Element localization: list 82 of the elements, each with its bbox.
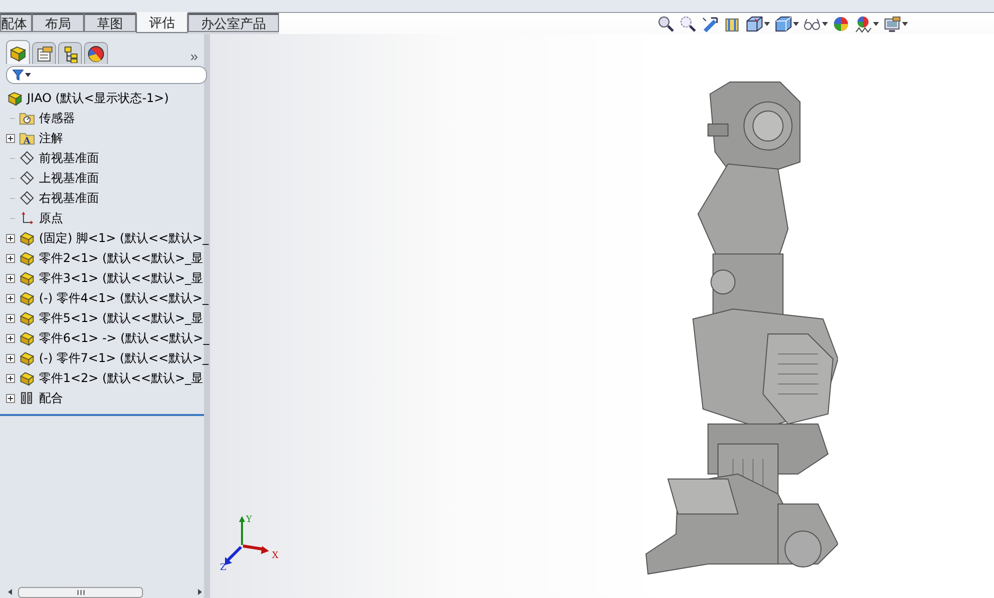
- expand-icon[interactable]: [6, 274, 15, 282]
- horizontal-scrollbar[interactable]: [6, 586, 204, 598]
- cube-button[interactable]: [774, 14, 799, 34]
- part-icon: [18, 350, 36, 366]
- scene-button[interactable]: [854, 14, 879, 34]
- command-tab[interactable]: 办公室产品: [188, 13, 279, 32]
- part-icon: [18, 250, 36, 266]
- plane-icon: [18, 170, 36, 186]
- view-orientation-icon: [745, 14, 763, 32]
- panel-tab[interactable]: [6, 40, 30, 64]
- y-axis-arrow: [239, 516, 245, 545]
- command-tab[interactable]: 评估: [136, 12, 188, 33]
- tree-item[interactable]: 配合: [39, 390, 63, 406]
- display-settings-icon: [883, 14, 901, 32]
- part-icon: [18, 310, 36, 326]
- tree-item[interactable]: 零件6<1> -> (默认<<默认>_: [39, 330, 210, 346]
- part-icon: [18, 330, 36, 346]
- part-icon: [18, 230, 36, 246]
- panel-tab[interactable]: [84, 42, 108, 64]
- expand-icon[interactable]: [6, 354, 15, 362]
- dropdown-caret-icon: [822, 22, 828, 26]
- tree-item[interactable]: (固定) 脚<1> (默认<<默认>_: [39, 230, 209, 246]
- expand-panel-button[interactable]: »: [188, 48, 200, 64]
- tree-item[interactable]: 传感器: [39, 110, 75, 126]
- tree-item[interactable]: 零件3<1> (默认<<默认>_显: [39, 270, 204, 286]
- command-tab[interactable]: 配体: [0, 13, 32, 32]
- x-axis-arrow: [242, 544, 269, 554]
- expand-icon[interactable]: [6, 374, 15, 382]
- plane-icon: [18, 190, 36, 206]
- tree-item[interactable]: 右视基准面: [39, 190, 99, 206]
- zoom-to-fit-button[interactable]: [657, 14, 675, 34]
- command-tab[interactable]: 草图: [84, 13, 136, 32]
- sensor-folder-icon: [18, 110, 36, 126]
- dropdown-caret-icon: [764, 22, 770, 26]
- tree-item[interactable]: (-) 零件7<1> (默认<<默认>_: [39, 350, 209, 366]
- tree-item[interactable]: (-) 零件4<1> (默认<<默认>_: [39, 290, 209, 306]
- tree-item[interactable]: 零件5<1> (默认<<默认>_显: [39, 310, 204, 326]
- expand-icon[interactable]: [6, 334, 15, 342]
- assembly-icon: [6, 90, 24, 106]
- color-ball-icon: [832, 14, 850, 32]
- zoom-to-fit-icon: [657, 14, 675, 32]
- dropdown-caret-icon: [793, 22, 799, 26]
- assembly-icon: [9, 44, 27, 62]
- expand-icon[interactable]: [6, 314, 15, 322]
- tree-item[interactable]: 零件1<2> (默认<<默认>_显: [39, 370, 204, 386]
- view-orientation-button[interactable]: [745, 14, 770, 34]
- scroll-left-icon[interactable]: [6, 588, 14, 596]
- command-tab[interactable]: 布局: [32, 13, 84, 32]
- cube-icon: [774, 14, 792, 32]
- part-icon: [18, 370, 36, 386]
- annotation-folder-icon: A: [18, 130, 36, 146]
- scroll-right-icon[interactable]: [196, 588, 204, 596]
- tree-item[interactable]: JIAO (默认<显示状态-1>): [27, 90, 169, 106]
- tree-item[interactable]: 注解: [39, 130, 63, 146]
- expand-icon[interactable]: [6, 294, 15, 302]
- axis-label: Y: [246, 515, 252, 525]
- tree-item[interactable]: 前视基准面: [39, 150, 99, 166]
- zoom-area-button[interactable]: [679, 14, 697, 34]
- display-pie-icon: [87, 44, 105, 62]
- tree-item[interactable]: 原点: [39, 210, 63, 226]
- expand-icon[interactable]: [6, 254, 15, 262]
- z-axis-arrow: [225, 546, 242, 565]
- property-sheet-icon: [35, 44, 53, 62]
- part-icon: [18, 290, 36, 306]
- tree-item[interactable]: 零件2<1> (默认<<默认>_显: [39, 250, 204, 266]
- zoom-area-icon: [679, 14, 697, 32]
- dropdown-caret-icon: [873, 22, 879, 26]
- expand-icon[interactable]: [6, 394, 15, 402]
- filter-field[interactable]: [6, 66, 207, 84]
- scene-icon: [854, 14, 872, 32]
- part-icon: [18, 270, 36, 286]
- display-settings-button[interactable]: [883, 14, 908, 34]
- dropdown-caret-icon: [902, 22, 908, 26]
- panel-tab[interactable]: [58, 42, 82, 64]
- funnel-icon: [12, 69, 32, 81]
- panel-tab[interactable]: [32, 42, 56, 64]
- tree-item[interactable]: 上视基准面: [39, 170, 99, 186]
- expand-icon[interactable]: [6, 134, 15, 142]
- expand-icon[interactable]: [6, 234, 15, 242]
- axis-label: Z: [220, 563, 226, 572]
- plane-icon: [18, 150, 36, 166]
- axis-label: X: [272, 551, 278, 561]
